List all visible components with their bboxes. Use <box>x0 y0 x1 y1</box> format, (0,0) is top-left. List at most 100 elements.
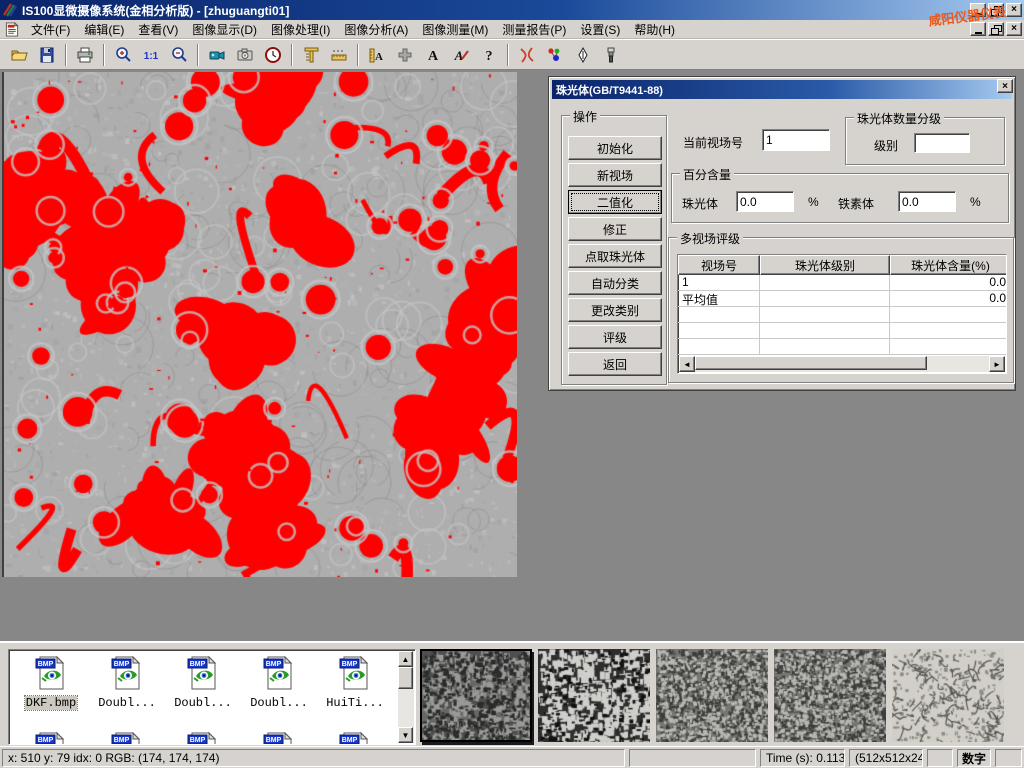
file-item-row2[interactable]: BMP <box>91 730 163 745</box>
toolbar-text-tool-button[interactable]: A <box>420 42 446 68</box>
toolbar-grid-tool-button[interactable] <box>392 42 418 68</box>
ferrite-percent-input[interactable] <box>898 191 956 212</box>
micrograph-image[interactable] <box>2 72 517 577</box>
close-button[interactable]: × <box>1006 3 1022 17</box>
scroll-left-button[interactable]: ◄ <box>679 356 695 372</box>
curve-tool-icon <box>518 46 536 64</box>
svg-text:BMP: BMP <box>38 661 54 668</box>
toolbar-actual-size-button[interactable]: 1:1 <box>138 42 164 68</box>
file-item-HuiTi...[interactable]: BMPHuiTi... <box>319 654 391 710</box>
file-item-row2[interactable]: BMP <box>15 730 87 745</box>
toolbar-separator <box>357 44 359 66</box>
op-button-8[interactable]: 返回 <box>568 352 662 376</box>
table-row-1[interactable]: 平均值0.0 <box>678 291 1006 307</box>
scroll-up-button[interactable]: ▲ <box>398 651 413 667</box>
op-button-7[interactable]: 评级 <box>568 325 662 349</box>
child-close-button[interactable]: × <box>1006 22 1022 36</box>
bmp-file-icon: BMP <box>262 730 296 745</box>
scrollbar-thumb[interactable] <box>398 667 413 689</box>
op-button-6[interactable]: 更改类别 <box>568 298 662 322</box>
dialog-title-bar[interactable]: 珠光体(GB/T9441-88) <box>552 80 1012 99</box>
toolbar-phase-marker-button[interactable] <box>542 42 568 68</box>
table-header-1[interactable]: 珠光体级别 <box>760 255 890 275</box>
toolbar-save-button[interactable] <box>34 42 60 68</box>
thumbnail-4[interactable] <box>892 649 1004 742</box>
window-title: IS100显微摄像系统(金相分析版) - [zhuguangti01] <box>22 2 289 19</box>
menu-item-2[interactable]: 查看(V) <box>131 20 185 39</box>
title-bar: IS100显微摄像系统(金相分析版) - [zhuguangti01] × <box>0 0 1024 20</box>
current-field-input[interactable] <box>762 129 830 151</box>
pen-tool-icon <box>574 46 592 64</box>
scroll-right-button[interactable]: ► <box>989 356 1005 372</box>
menu-item-4[interactable]: 图像处理(I) <box>264 20 337 39</box>
table-header-2[interactable]: 珠光体含量(%) <box>890 255 1007 275</box>
toolbar-zoom-in-button[interactable] <box>110 42 136 68</box>
menu-item-7[interactable]: 测量报告(P) <box>495 20 573 39</box>
toolbar-timer-button[interactable] <box>260 42 286 68</box>
toolbar-snapshot-button[interactable] <box>232 42 258 68</box>
op-button-3[interactable]: 修正 <box>568 217 662 241</box>
toolbar-zoom-out-button[interactable] <box>166 42 192 68</box>
dialog-close-button[interactable]: × <box>997 79 1013 93</box>
toolbar-ruler-button[interactable] <box>326 42 352 68</box>
child-minimize-button[interactable] <box>970 22 986 36</box>
toolbar-brush-tool-button[interactable] <box>598 42 624 68</box>
toolbar-measure-label-button[interactable]: A <box>364 42 390 68</box>
toolbar-caliper-button[interactable] <box>298 42 324 68</box>
file-name[interactable]: DKF.bmp <box>25 696 77 710</box>
level-input[interactable] <box>914 133 970 153</box>
restore-button[interactable] <box>988 3 1004 17</box>
thumbnail-2[interactable] <box>656 649 768 742</box>
table-row-2[interactable] <box>678 307 1006 323</box>
file-browser[interactable]: BMPDKF.bmpBMPDoubl...BMPDoubl...BMPDoubl… <box>8 649 416 745</box>
multifield-table[interactable]: 视场号珠光体级别珠光体含量(%)铁素体含量(%) 10.0平均值0.0 ◄ ► <box>677 254 1007 374</box>
file-name[interactable]: Doubl... <box>97 696 157 710</box>
scrollbar-thumb[interactable] <box>695 356 927 370</box>
toolbar-print-button[interactable] <box>72 42 98 68</box>
file-item-Doubl...[interactable]: BMPDoubl... <box>167 654 239 710</box>
file-item-Doubl...[interactable]: BMPDoubl... <box>243 654 315 710</box>
file-name[interactable]: Doubl... <box>249 696 309 710</box>
file-list-scrollbar[interactable]: ▲ ▼ <box>398 651 414 743</box>
op-button-2[interactable]: 二值化 <box>568 190 662 214</box>
table-row-4[interactable] <box>678 339 1006 355</box>
file-item-DKF.bmp[interactable]: BMP DKF.bmp <box>15 654 87 710</box>
child-restore-button[interactable] <box>988 22 1004 36</box>
file-name[interactable]: Doubl... <box>173 696 233 710</box>
menu-item-1[interactable]: 编辑(E) <box>77 20 131 39</box>
file-item-row2[interactable]: BMP <box>243 730 315 745</box>
svg-text:BMP: BMP <box>190 737 206 744</box>
menu-item-6[interactable]: 图像测量(M) <box>415 20 495 39</box>
pearlite-percent-input[interactable] <box>736 191 794 212</box>
scroll-down-button[interactable]: ▼ <box>398 727 413 743</box>
menu-item-5[interactable]: 图像分析(A) <box>337 20 415 39</box>
op-button-0[interactable]: 初始化 <box>568 136 662 160</box>
file-name[interactable]: HuiTi... <box>325 696 385 710</box>
thumbnail-0[interactable] <box>420 649 532 742</box>
file-item-row2[interactable]: BMP <box>319 730 391 745</box>
table-horizontal-scrollbar[interactable]: ◄ ► <box>679 356 1005 372</box>
thumbnail-1[interactable] <box>538 649 650 742</box>
toolbar-pen-tool-button[interactable] <box>570 42 596 68</box>
op-button-1[interactable]: 新视场 <box>568 163 662 187</box>
toolbar-curve-tool-button[interactable] <box>514 42 540 68</box>
menu-item-8[interactable]: 设置(S) <box>573 20 627 39</box>
table-row-3[interactable] <box>678 323 1006 339</box>
toolbar-help-button[interactable]: ? <box>476 42 502 68</box>
toolbar-annotate-button[interactable]: A <box>448 42 474 68</box>
minimize-button[interactable] <box>970 3 986 17</box>
toolbar-video-capture-button[interactable] <box>204 42 230 68</box>
menu-item-9[interactable]: 帮助(H) <box>627 20 682 39</box>
menu-item-3[interactable]: 图像显示(D) <box>185 20 264 39</box>
bmp-file-icon: BMP <box>34 730 68 745</box>
file-item-Doubl...[interactable]: BMPDoubl... <box>91 654 163 710</box>
table-header-0[interactable]: 视场号 <box>678 255 760 275</box>
file-item-row2[interactable]: BMP <box>167 730 239 745</box>
table-row-0[interactable]: 10.0 <box>678 275 1006 291</box>
thumbnail-3[interactable] <box>774 649 886 742</box>
image-size-panel: (512x512x24) <box>849 749 923 767</box>
menu-item-0[interactable]: 文件(F) <box>24 20 77 39</box>
toolbar-open-file-button[interactable] <box>6 42 32 68</box>
op-button-5[interactable]: 自动分类 <box>568 271 662 295</box>
op-button-4[interactable]: 点取珠光体 <box>568 244 662 268</box>
